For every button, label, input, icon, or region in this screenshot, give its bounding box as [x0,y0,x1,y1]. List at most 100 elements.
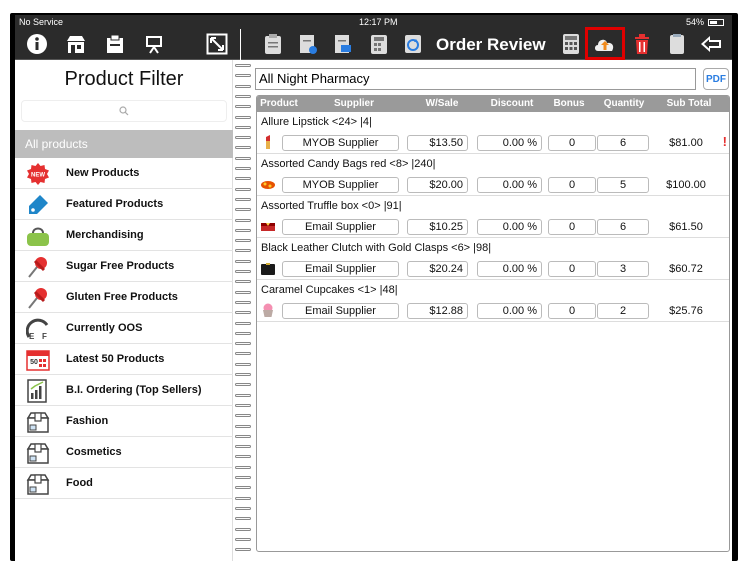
supplier-field[interactable]: Email Supplier [282,261,399,277]
spiral-ring [235,393,251,397]
bar-chart-icon [25,378,51,403]
wsale-field[interactable]: $20.24 [407,261,468,277]
product-name: Assorted Candy Bags red <8> |240| [261,158,436,170]
column-header[interactable]: Bonus [547,98,591,109]
clipboard-icon[interactable] [261,32,285,56]
bag-icon [25,223,51,248]
catalog-icon[interactable] [103,32,127,56]
category-item[interactable]: Fashion [15,406,233,437]
category-item[interactable]: Merchandising [15,220,233,251]
table-row[interactable]: Assorted Candy Bags red <8> |240| MYOB Su… [257,154,729,196]
table-header: Product Supplier W/Sale Discount Bonus Quanti… [257,96,729,112]
column-header[interactable]: Supplier [315,98,393,109]
table-row[interactable]: Allure Lipstick <24> |4| MYOB Supplier $13… [257,112,729,154]
sync-icon[interactable] [401,32,425,56]
store-icon[interactable] [64,32,88,56]
product-search-input[interactable] [21,100,227,122]
upload-cloud-icon[interactable] [593,32,617,56]
order-table: Product Supplier W/Sale Discount Bonus Quanti… [256,95,730,552]
svg-text:NEW: NEW [31,172,45,178]
column-header[interactable]: Discount [483,98,541,109]
clock-label: 12:17 PM [359,17,398,27]
notes-icon[interactable] [665,32,689,56]
warning-icon[interactable]: ! [723,134,727,149]
discount-field[interactable]: 0.00 % [477,177,542,193]
order-review-panel: All Night Pharmacy PDF Product Supplier W/… [253,60,732,561]
info-icon[interactable] [25,32,49,56]
pdf-button[interactable]: PDF [703,68,729,90]
spiral-ring [235,208,251,212]
supplier-field[interactable]: Email Supplier [282,219,399,235]
bonus-field[interactable]: 0 [548,303,596,319]
supplier-field[interactable]: MYOB Supplier [282,177,399,193]
tag-icon [25,192,51,217]
clutch-icon [260,261,276,275]
spiral-ring [235,218,251,222]
discount-field[interactable]: 0.00 % [477,303,542,319]
category-item[interactable]: 50 Latest 50 Products [15,344,233,375]
order-export-icon[interactable] [296,32,320,56]
quantity-field[interactable]: 6 [597,219,649,235]
main-toolbar: Order Review [241,27,732,60]
category-label: Fashion [66,415,109,427]
spiral-ring [235,434,251,438]
calculator-doc-icon[interactable] [367,32,391,56]
column-header[interactable]: Quantity [595,98,653,109]
category-item[interactable]: E F Currently OOS [15,313,233,344]
category-item[interactable]: Sugar Free Products [15,251,233,282]
discount-field[interactable]: 0.00 % [477,261,542,277]
bonus-field[interactable]: 0 [548,177,596,193]
column-header[interactable]: Sub Total [656,98,722,109]
subtotal-value: $25.76 [669,305,703,317]
wsale-field[interactable]: $10.25 [407,219,468,235]
column-header[interactable]: Product [257,98,301,109]
category-item[interactable]: Food [15,468,233,499]
discount-field[interactable]: 0.00 % [477,135,542,151]
category-item[interactable]: B.I. Ordering (Top Sellers) [15,375,233,406]
table-row[interactable]: Caramel Cupcakes <1> |48| Email Supplier $… [257,280,729,322]
wsale-field[interactable]: $20.00 [407,177,468,193]
category-label: Latest 50 Products [66,353,165,365]
bonus-field[interactable]: 0 [548,135,596,151]
cupcake-icon [260,303,276,317]
app-screen: No Service 12:17 PM 54% Order Review Pro… [15,15,732,561]
product-filter-panel: Product Filter All products NEW New Produ… [15,60,233,561]
table-row[interactable]: Black Leather Clutch with Gold Clasps <6… [257,238,729,280]
trash-icon[interactable] [630,32,654,56]
expand-icon[interactable] [205,32,229,56]
spiral-ring [235,290,251,294]
category-item[interactable]: Featured Products [15,189,233,220]
truffle-icon [260,219,276,233]
calculator-icon[interactable] [559,32,583,56]
battery-icon [708,18,724,26]
category-label: Food [66,477,93,489]
customer-field[interactable]: All Night Pharmacy [255,68,696,90]
table-row[interactable]: Assorted Truffle box <0> |91| Email Suppl… [257,196,729,238]
category-label: Cosmetics [66,446,122,458]
subtotal-value: $60.72 [669,263,703,275]
category-item[interactable]: Cosmetics [15,437,233,468]
quantity-field[interactable]: 6 [597,135,649,151]
wsale-field[interactable]: $13.50 [407,135,468,151]
spiral-ring [235,64,251,67]
quantity-field[interactable]: 3 [597,261,649,277]
presentation-icon[interactable] [142,32,166,56]
quantity-field[interactable]: 2 [597,303,649,319]
supplier-field[interactable]: Email Supplier [282,303,399,319]
wsale-field[interactable]: $12.88 [407,303,468,319]
bonus-field[interactable]: 0 [548,261,596,277]
category-item[interactable]: NEW New Products [15,158,233,189]
category-item[interactable]: Gluten Free Products [15,282,233,313]
bonus-field[interactable]: 0 [548,219,596,235]
spiral-ring [235,496,251,500]
table-body: Allure Lipstick <24> |4| MYOB Supplier $13… [257,112,729,322]
discount-field[interactable]: 0.00 % [477,219,542,235]
column-header[interactable]: W/Sale [419,98,465,109]
supplier-field[interactable]: MYOB Supplier [282,135,399,151]
all-products-item[interactable]: All products [15,130,233,158]
quantity-field[interactable]: 5 [597,177,649,193]
document-icon[interactable] [331,32,355,56]
product-filter-title: Product Filter [64,68,184,90]
spiral-ring [235,270,251,273]
back-arrow-icon[interactable] [699,32,723,56]
